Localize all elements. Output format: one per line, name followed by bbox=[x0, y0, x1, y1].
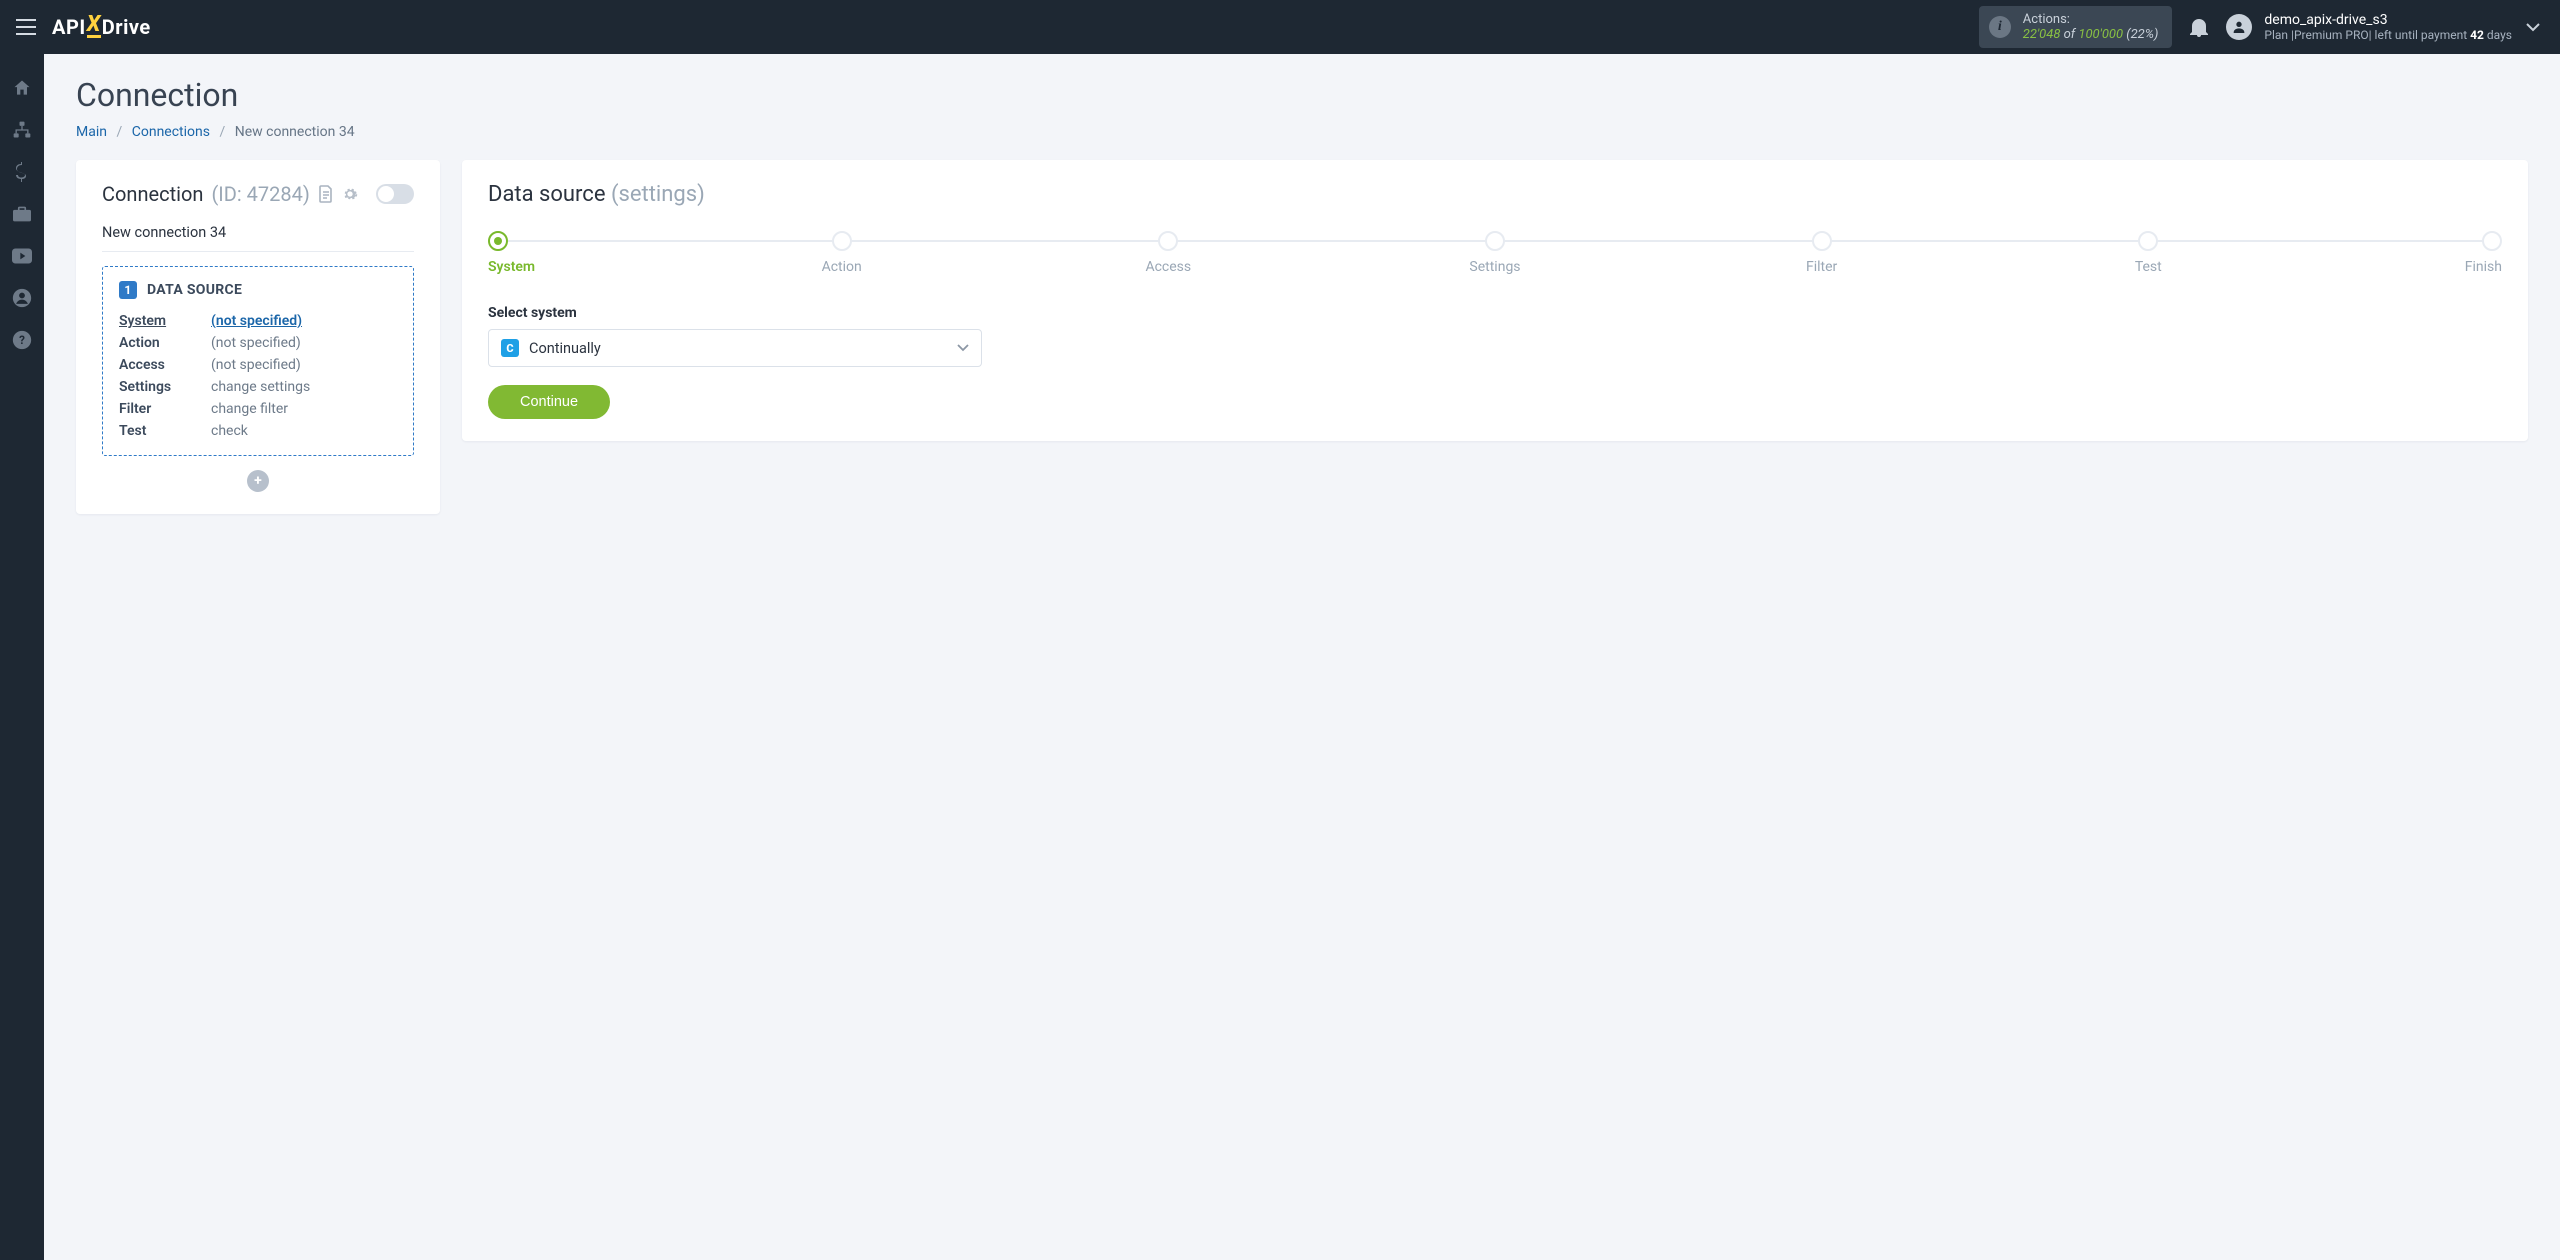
ds-row-value: change settings bbox=[211, 379, 397, 395]
step-label: Test bbox=[2121, 259, 2175, 275]
ds-row-value: (not specified) bbox=[211, 357, 397, 373]
step-badge-1: 1 bbox=[119, 281, 137, 299]
notifications-icon[interactable] bbox=[2186, 17, 2212, 37]
ds-row-key: System bbox=[119, 313, 205, 329]
app-logo[interactable]: API X Drive bbox=[52, 15, 151, 39]
step-label: Finish bbox=[2448, 259, 2502, 275]
step-label: Access bbox=[1141, 259, 1195, 275]
chevron-down-icon bbox=[957, 344, 969, 352]
ds-row-value: change filter bbox=[211, 401, 397, 417]
ds-heading-sub: (settings) bbox=[611, 182, 705, 207]
nav-help-icon[interactable]: ? bbox=[12, 330, 32, 350]
wizard-stepper: System Action Access Settings Filter Test Fini… bbox=[488, 231, 2502, 275]
ds-row-key: Access bbox=[119, 357, 205, 373]
step-dot-icon bbox=[1158, 231, 1178, 251]
breadcrumb-current: New connection 34 bbox=[235, 124, 355, 140]
ds-row-key: Settings bbox=[119, 379, 205, 395]
step-label: Filter bbox=[1795, 259, 1849, 275]
connection-head-id: (ID: 47284) bbox=[211, 182, 309, 206]
system-icon: C bbox=[501, 339, 519, 357]
step-dot-icon bbox=[832, 231, 852, 251]
logo-x: X bbox=[87, 16, 101, 39]
hamburger-icon[interactable] bbox=[14, 15, 38, 39]
select-system-value: Continually bbox=[529, 340, 601, 357]
connection-summary-card: Connection (ID: 47284) New connection 34… bbox=[76, 160, 440, 514]
ds-row-value: check bbox=[211, 423, 397, 439]
step-label: Action bbox=[815, 259, 869, 275]
nav-briefcase-icon[interactable] bbox=[12, 204, 32, 224]
data-source-settings-card: Data source (settings) System Action Acces… bbox=[462, 160, 2528, 441]
step-dot-icon bbox=[1812, 231, 1832, 251]
data-source-box: 1 DATA SOURCE System (not specified) Actio… bbox=[102, 266, 414, 456]
user-plan: Plan |Premium PRO| left until payment 42… bbox=[2264, 28, 2512, 42]
ds-row-value: (not specified) bbox=[211, 335, 397, 351]
ds-row-value-link[interactable]: (not specified) bbox=[211, 313, 397, 329]
ds-row-key: Test bbox=[119, 423, 205, 439]
actions-value: 22'048 of 100'000 (22%) bbox=[2023, 27, 2159, 42]
logo-part2: Drive bbox=[102, 15, 151, 39]
step-dot-icon bbox=[2138, 231, 2158, 251]
user-menu[interactable]: demo_apix-drive_s3 Plan |Premium PRO| le… bbox=[2226, 12, 2512, 42]
step-dot-icon bbox=[488, 231, 508, 251]
add-destination-button[interactable]: + bbox=[247, 470, 269, 492]
logo-part1: API bbox=[52, 15, 86, 39]
ds-heading: Data source bbox=[488, 182, 611, 207]
wizard-step[interactable]: Action bbox=[815, 231, 869, 275]
user-name: demo_apix-drive_s3 bbox=[2264, 12, 2512, 28]
wizard-step[interactable]: System bbox=[488, 231, 542, 275]
continue-button[interactable]: Continue bbox=[488, 385, 610, 419]
step-dot-icon bbox=[1485, 231, 1505, 251]
step-label: Settings bbox=[1468, 259, 1522, 275]
wizard-step[interactable]: Access bbox=[1141, 231, 1195, 275]
gear-icon[interactable] bbox=[342, 186, 358, 202]
document-icon[interactable] bbox=[318, 185, 334, 203]
nav-video-icon[interactable] bbox=[12, 246, 32, 266]
nav-sidebar: ? bbox=[0, 54, 44, 1260]
wizard-step[interactable]: Finish bbox=[2448, 231, 2502, 275]
app-header: API X Drive i Actions: 22'048 of 100'000… bbox=[0, 0, 2560, 54]
wizard-step[interactable]: Settings bbox=[1468, 231, 1522, 275]
wizard-step[interactable]: Test bbox=[2121, 231, 2175, 275]
avatar-icon bbox=[2226, 14, 2252, 40]
ds-row-key: Action bbox=[119, 335, 205, 351]
data-source-title: DATA SOURCE bbox=[147, 282, 242, 298]
nav-connections-icon[interactable] bbox=[12, 120, 32, 140]
chevron-down-icon[interactable] bbox=[2526, 22, 2546, 32]
connection-enable-toggle[interactable] bbox=[376, 184, 414, 204]
nav-home-icon[interactable] bbox=[12, 78, 32, 98]
actions-usage-pill[interactable]: i Actions: 22'048 of 100'000 (22%) bbox=[1979, 6, 2173, 48]
info-icon: i bbox=[1989, 16, 2011, 38]
ds-row-key: Filter bbox=[119, 401, 205, 417]
svg-text:?: ? bbox=[19, 333, 25, 347]
main-content: Connection Main / Connections / New conn… bbox=[44, 54, 2560, 1260]
actions-label: Actions: bbox=[2023, 12, 2159, 27]
step-label: System bbox=[488, 259, 542, 275]
wizard-step[interactable]: Filter bbox=[1795, 231, 1849, 275]
connection-head-label: Connection bbox=[102, 182, 203, 206]
connection-name: New connection 34 bbox=[102, 224, 414, 252]
breadcrumb-connections[interactable]: Connections bbox=[132, 124, 210, 140]
breadcrumb-main[interactable]: Main bbox=[76, 124, 107, 140]
nav-account-icon[interactable] bbox=[12, 288, 32, 308]
nav-billing-icon[interactable] bbox=[12, 162, 32, 182]
page-title: Connection bbox=[76, 76, 2528, 114]
breadcrumb: Main / Connections / New connection 34 bbox=[76, 124, 2528, 140]
select-system-label: Select system bbox=[488, 305, 2502, 321]
step-dot-icon bbox=[2482, 231, 2502, 251]
select-system-dropdown[interactable]: C Continually bbox=[488, 329, 982, 367]
